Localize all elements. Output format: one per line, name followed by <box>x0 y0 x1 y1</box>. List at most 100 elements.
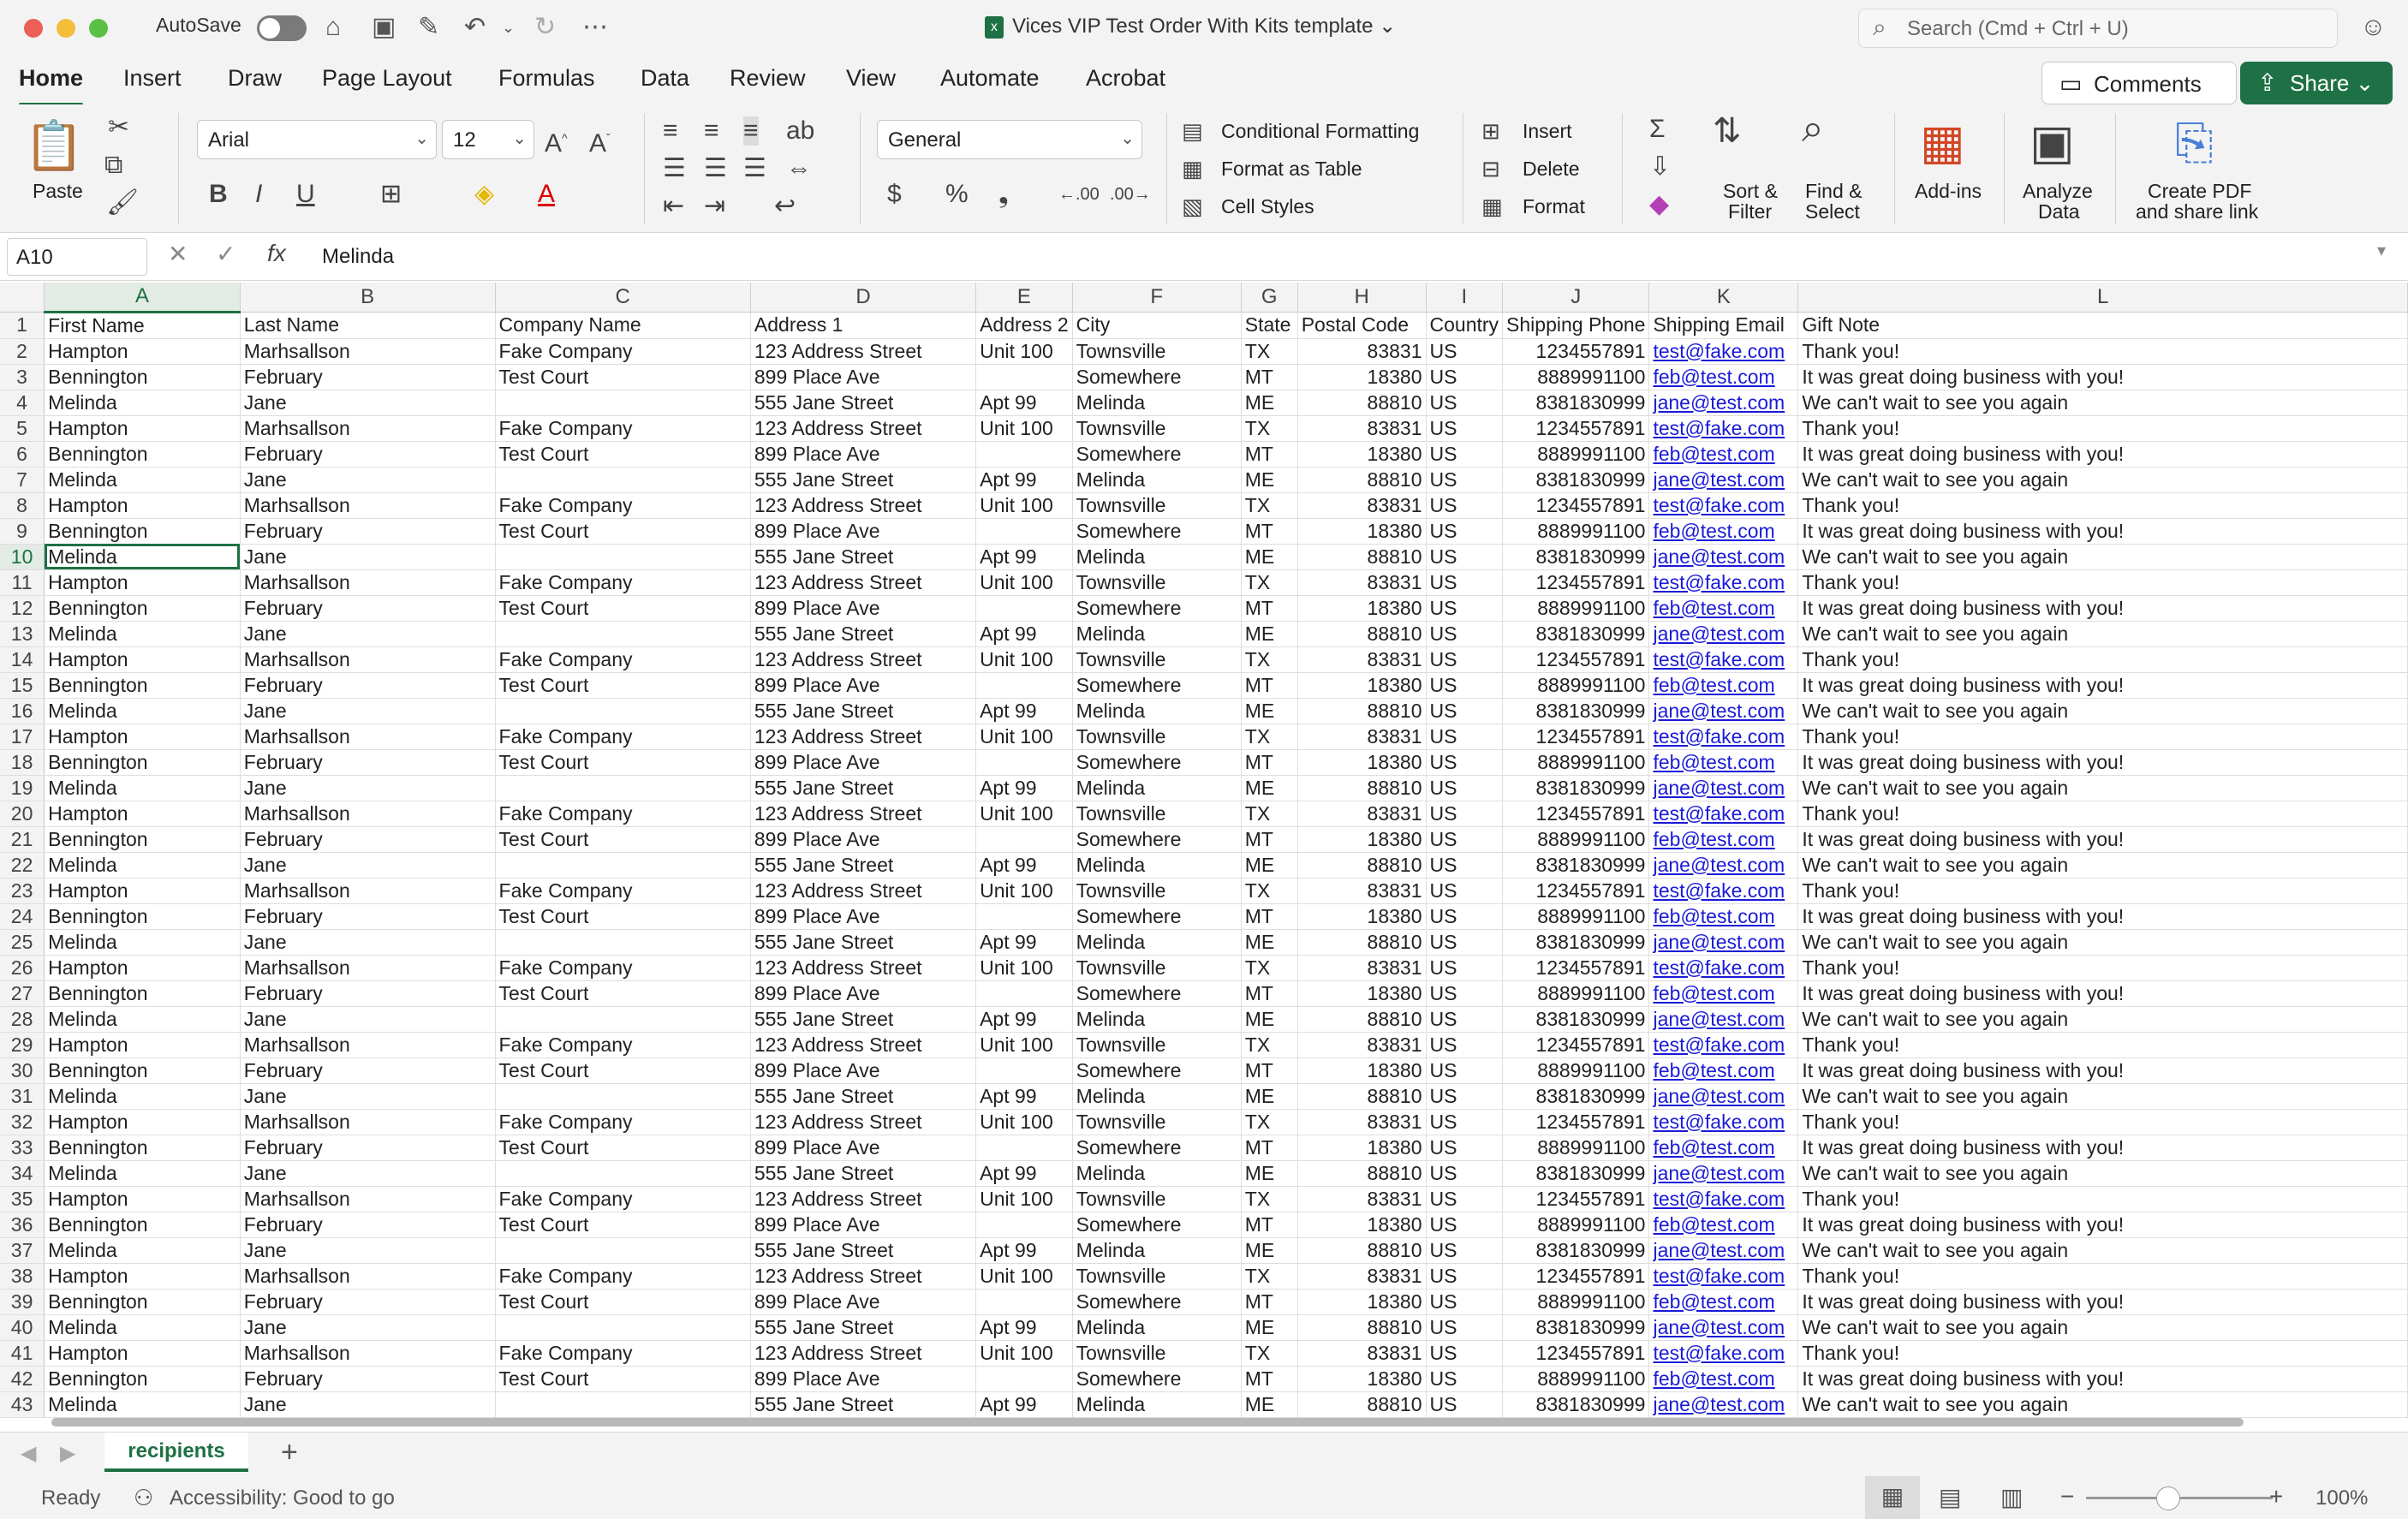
cell-k3[interactable]: feb@test.com <box>1648 364 1799 390</box>
cell-e18[interactable] <box>975 749 1073 776</box>
cell-c26[interactable]: Fake Company <box>495 955 751 981</box>
cell-a37[interactable]: Melinda <box>44 1237 241 1264</box>
cell-a11[interactable]: Hampton <box>44 569 241 596</box>
cell-j17[interactable]: 1234557891 <box>1502 724 1650 750</box>
column-header-f[interactable]: F <box>1072 283 1242 313</box>
cell-e5[interactable]: Unit 100 <box>975 415 1073 442</box>
column-header-d[interactable]: D <box>750 283 977 313</box>
cell-l6[interactable]: It was great doing business with you! <box>1797 441 2408 468</box>
cell-i31[interactable]: US <box>1426 1083 1504 1110</box>
cell-d27[interactable]: 899 Place Ave <box>750 980 977 1007</box>
cell-g4[interactable]: ME <box>1241 390 1298 416</box>
cell-b41[interactable]: Marhsallson <box>240 1340 496 1367</box>
cell-a13[interactable]: Melinda <box>44 621 241 647</box>
cell-f41[interactable]: Townsville <box>1072 1340 1242 1367</box>
cell-k7[interactable]: jane@test.com <box>1648 467 1799 493</box>
cell-i1[interactable]: Country <box>1426 312 1504 339</box>
cell-j22[interactable]: 8381830999 <box>1502 852 1650 879</box>
cell-g18[interactable]: MT <box>1241 749 1298 776</box>
cell-j40[interactable]: 8381830999 <box>1502 1314 1650 1341</box>
confirm-icon[interactable]: ✓ <box>216 240 235 268</box>
cell-e26[interactable]: Unit 100 <box>975 955 1073 981</box>
cell-a20[interactable]: Hampton <box>44 801 241 827</box>
cell-e38[interactable]: Unit 100 <box>975 1263 1073 1290</box>
cell-e33[interactable] <box>975 1135 1073 1161</box>
cell-j43[interactable]: 8381830999 <box>1502 1391 1650 1418</box>
cell-b31[interactable]: Jane <box>240 1083 496 1110</box>
cell-f16[interactable]: Melinda <box>1072 698 1242 724</box>
column-header-h[interactable]: H <box>1297 283 1427 313</box>
cell-j26[interactable]: 1234557891 <box>1502 955 1650 981</box>
tab-review[interactable]: Review <box>730 65 806 92</box>
cell-g14[interactable]: TX <box>1241 646 1298 673</box>
cell-a26[interactable]: Hampton <box>44 955 241 981</box>
increase-decimal-icon[interactable]: ←.00 <box>1058 180 1100 209</box>
cell-c32[interactable]: Fake Company <box>495 1109 751 1135</box>
cell-l27[interactable]: It was great doing business with you! <box>1797 980 2408 1007</box>
cell-g6[interactable]: MT <box>1241 441 1298 468</box>
cell-b16[interactable]: Jane <box>240 698 496 724</box>
cell-e1[interactable]: Address 2 <box>975 312 1073 339</box>
format-as-table-button[interactable]: Format as Table <box>1221 158 1362 181</box>
cell-c8[interactable]: Fake Company <box>495 492 751 519</box>
row-header[interactable]: 39 <box>0 1289 45 1315</box>
cell-d36[interactable]: 899 Place Ave <box>750 1212 977 1238</box>
cell-k2[interactable]: test@fake.com <box>1648 338 1799 365</box>
cell-d14[interactable]: 123 Address Street <box>750 646 977 673</box>
cell-d37[interactable]: 555 Jane Street <box>750 1237 977 1264</box>
cell-h2[interactable]: 83831 <box>1297 338 1427 365</box>
cell-b39[interactable]: February <box>240 1289 496 1315</box>
cell-j34[interactable]: 8381830999 <box>1502 1160 1650 1187</box>
cell-i8[interactable]: US <box>1426 492 1504 519</box>
cell-i36[interactable]: US <box>1426 1212 1504 1238</box>
cell-l43[interactable]: We can't wait to see you again <box>1797 1391 2408 1418</box>
cell-h30[interactable]: 18380 <box>1297 1057 1427 1084</box>
cell-i21[interactable]: US <box>1426 826 1504 853</box>
cell-l35[interactable]: Thank you! <box>1797 1186 2408 1212</box>
cell-j19[interactable]: 8381830999 <box>1502 775 1650 801</box>
cell-h27[interactable]: 18380 <box>1297 980 1427 1007</box>
cell-g12[interactable]: MT <box>1241 595 1298 622</box>
cell-j10[interactable]: 8381830999 <box>1502 544 1650 570</box>
delete-cells-icon[interactable]: ⊟ <box>1481 154 1500 183</box>
cell-g9[interactable]: MT <box>1241 518 1298 545</box>
cell-j15[interactable]: 8889991100 <box>1502 672 1650 699</box>
cell-i42[interactable]: US <box>1426 1366 1504 1392</box>
column-header-k[interactable]: K <box>1648 283 1799 313</box>
cell-k6[interactable]: feb@test.com <box>1648 441 1799 468</box>
worksheet-grid[interactable]: ABCDEFGHIJKL 1 First Name Last Name Company… <box>0 283 2408 1432</box>
cell-g3[interactable]: MT <box>1241 364 1298 390</box>
cell-a22[interactable]: Melinda <box>44 852 241 879</box>
cell-k28[interactable]: jane@test.com <box>1648 1006 1799 1033</box>
cell-h8[interactable]: 83831 <box>1297 492 1427 519</box>
cell-k25[interactable]: jane@test.com <box>1648 929 1799 956</box>
cell-f26[interactable]: Townsville <box>1072 955 1242 981</box>
cell-a16[interactable]: Melinda <box>44 698 241 724</box>
cell-l14[interactable]: Thank you! <box>1797 646 2408 673</box>
cell-e40[interactable]: Apt 99 <box>975 1314 1073 1341</box>
cell-e30[interactable] <box>975 1057 1073 1084</box>
cell-f14[interactable]: Townsville <box>1072 646 1242 673</box>
cell-k42[interactable]: feb@test.com <box>1648 1366 1799 1392</box>
cell-i11[interactable]: US <box>1426 569 1504 596</box>
cell-c35[interactable]: Fake Company <box>495 1186 751 1212</box>
cell-l4[interactable]: We can't wait to see you again <box>1797 390 2408 416</box>
cell-a10[interactable]: Melinda <box>44 544 241 570</box>
cell-c9[interactable]: Test Court <box>495 518 751 545</box>
find-select-icon[interactable]: ⌕ <box>1802 108 1824 147</box>
cell-c3[interactable]: Test Court <box>495 364 751 390</box>
cell-i16[interactable]: US <box>1426 698 1504 724</box>
row-header[interactable]: 23 <box>0 878 45 904</box>
cell-h3[interactable]: 18380 <box>1297 364 1427 390</box>
cell-l18[interactable]: It was great doing business with you! <box>1797 749 2408 776</box>
analyze-data-line2[interactable]: Data <box>2038 200 2080 223</box>
delete-cells-button[interactable]: Delete <box>1523 158 1579 181</box>
cell-e41[interactable]: Unit 100 <box>975 1340 1073 1367</box>
cell-d7[interactable]: 555 Jane Street <box>750 467 977 493</box>
cell-c7[interactable] <box>495 467 751 493</box>
cell-j38[interactable]: 1234557891 <box>1502 1263 1650 1290</box>
tab-view[interactable]: View <box>846 65 896 92</box>
cell-c33[interactable]: Test Court <box>495 1135 751 1161</box>
cell-a12[interactable]: Bennington <box>44 595 241 622</box>
cell-d33[interactable]: 899 Place Ave <box>750 1135 977 1161</box>
